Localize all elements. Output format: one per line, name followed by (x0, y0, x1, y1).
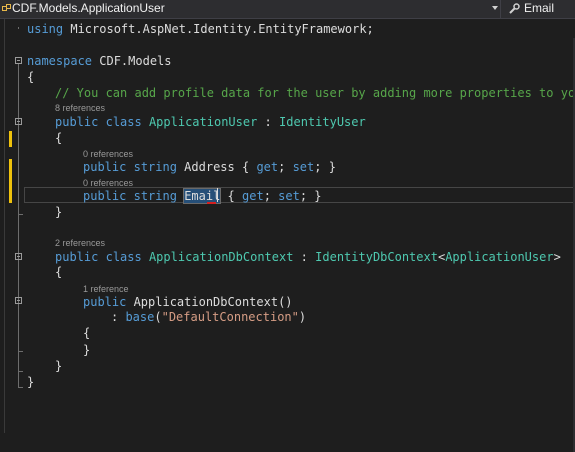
member-dropdown-label: Email (524, 1, 555, 15)
selected-identifier[interactable]: Email (183, 188, 222, 204)
outline-guide (18, 64, 19, 388)
code-comment: // You can add profile data for the user… (55, 86, 575, 100)
code-line-brace: } (27, 375, 35, 389)
code-line-namespace: namespace CDF.Models (27, 54, 172, 68)
collapse-class-icon[interactable] (15, 253, 22, 260)
outline-guide-end (18, 351, 23, 352)
code-line-class-applicationdbcontext: public class ApplicationDbContext : Iden… (55, 250, 561, 264)
codelens-references[interactable]: 1 reference (83, 281, 129, 296)
type-dropdown-label: CDF.Models.ApplicationUser (12, 1, 165, 15)
change-marker (9, 159, 12, 203)
code-line-brace: { (83, 326, 91, 340)
member-dropdown[interactable]: Email (503, 0, 575, 18)
code-line-email-property: public string Email { get; set; } (83, 188, 322, 204)
code-line-brace: } (55, 359, 63, 373)
codelens-references[interactable]: 0 references (83, 146, 133, 161)
code-line-address-property: public string Address { get; set; } (83, 160, 336, 174)
code-line-using: using Microsoft.AspNet.Identity.EntityFr… (27, 22, 374, 36)
outline-guide-end (18, 387, 23, 388)
collapse-class-icon[interactable] (15, 118, 22, 125)
code-line-base-call: : base("DefaultConnection") (111, 310, 307, 324)
codelens-text[interactable]: 8 references (55, 103, 105, 113)
chevron-down-icon (492, 6, 498, 10)
code-line-constructor: public ApplicationDbContext() (83, 295, 293, 309)
code-line-class-applicationuser: public class ApplicationUser : IdentityU… (55, 115, 366, 129)
change-marker (9, 131, 12, 147)
error-squiggle (207, 202, 216, 204)
outline-guide-end (18, 214, 23, 215)
code-editor[interactable]: using Microsoft.AspNet.Identity.EntityFr… (0, 19, 575, 452)
codelens-references[interactable]: 8 references (55, 100, 105, 115)
wrench-icon (509, 3, 520, 14)
text-caret (217, 188, 218, 202)
code-line-brace: { (55, 265, 63, 279)
collapse-constructor-icon[interactable] (15, 297, 22, 304)
codelens-references[interactable]: 2 references (55, 235, 105, 250)
codelens-text[interactable]: 1 reference (83, 284, 129, 294)
code-line-brace: { (27, 70, 35, 84)
outline-guide (18, 27, 19, 29)
codelens-text[interactable]: 2 references (55, 238, 105, 248)
navigation-bar: CDF.Models.ApplicationUser Email (0, 0, 575, 19)
class-icon (2, 4, 11, 11)
code-line-brace: } (83, 343, 91, 357)
codelens-text[interactable]: 0 references (83, 149, 133, 159)
type-dropdown[interactable]: CDF.Models.ApplicationUser (0, 0, 501, 18)
outline-guide-end (18, 371, 23, 372)
collapse-namespace-icon[interactable] (15, 57, 22, 64)
codelens-text[interactable]: 0 references (83, 178, 133, 188)
editor-margin (4, 19, 5, 433)
codelens-references[interactable]: 0 references (83, 175, 133, 190)
code-line-brace: { (55, 131, 63, 145)
code-line-brace: } (55, 205, 63, 219)
